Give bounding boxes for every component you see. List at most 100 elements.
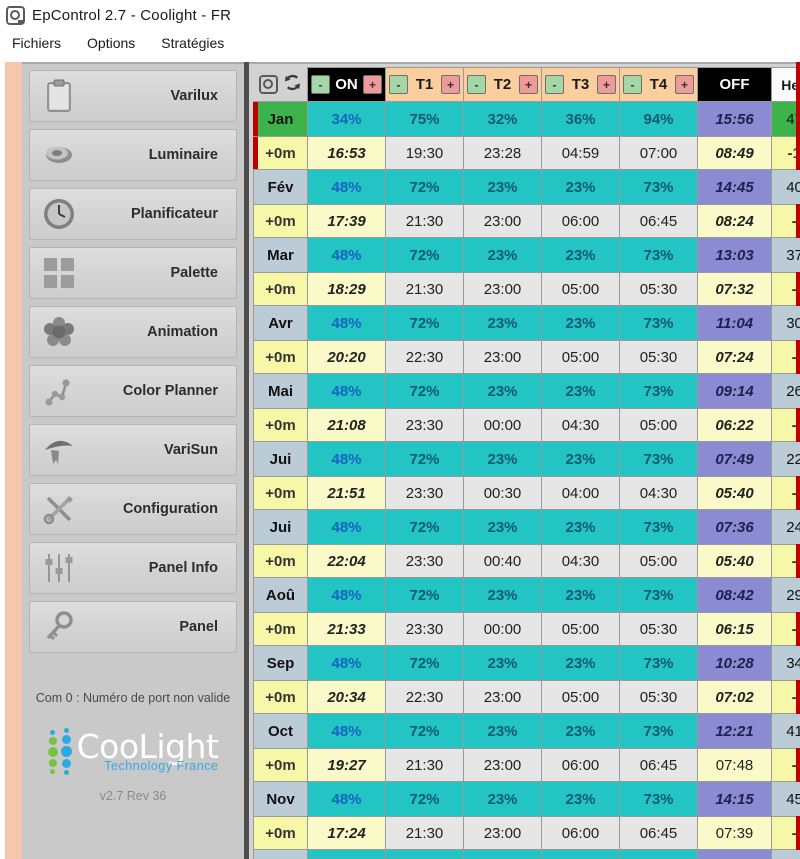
percent-cell[interactable]: 48% (307, 305, 386, 341)
time-cell[interactable]: 17:24 (307, 816, 386, 850)
table-row[interactable]: +0m16:5319:3023:2804:5907:0008:49-10m (253, 62, 800, 859)
table-row[interactable]: Sep48%72%23%23%73%10:28341 h (253, 645, 800, 681)
month-cell[interactable]: Avr (253, 305, 308, 341)
offset-cell[interactable]: +0m (253, 136, 308, 170)
time-cell[interactable]: 05:30 (619, 680, 698, 714)
percent-cell[interactable]: 72% (385, 441, 464, 477)
sidebar-item-configuration[interactable]: Configuration (29, 483, 237, 535)
percent-cell[interactable]: 48% (307, 509, 386, 545)
offset-cell[interactable]: +0m (253, 816, 308, 850)
offset-cell[interactable]: +0m (253, 408, 308, 442)
percent-cell[interactable]: 72% (385, 713, 464, 749)
table-row[interactable]: +0m19:2721:3023:0006:0006:4507:48-0m (253, 748, 800, 782)
t3-decrement-button[interactable]: - (545, 75, 564, 94)
time-cell[interactable]: 06:00 (541, 816, 620, 850)
time-cell[interactable]: 23:00 (463, 816, 542, 850)
time-cell[interactable]: 04:30 (541, 544, 620, 578)
offset-cell[interactable]: +0m (253, 680, 308, 714)
offset-cell[interactable]: +0m (253, 476, 308, 510)
month-cell[interactable]: Jan (253, 101, 308, 137)
t4-increment-button[interactable]: + (675, 75, 694, 94)
percent-cell[interactable]: 23% (541, 577, 620, 613)
percent-cell[interactable]: 73% (619, 373, 698, 409)
table-row[interactable]: +0m20:3422:3023:0005:0005:3007:02-0m (253, 680, 800, 714)
percent-cell[interactable]: 73% (619, 441, 698, 477)
table-row[interactable]: Jui48%72%23%23%73%07:36249 h (253, 509, 800, 545)
sunrise-cell[interactable]: 07:39 (697, 816, 772, 850)
sunrise-cell[interactable]: 07:02 (697, 680, 772, 714)
hours-cell[interactable]: 228 h (771, 441, 800, 477)
offset-cell[interactable]: +0m (253, 204, 308, 238)
delta-cell[interactable]: -10m (771, 62, 800, 859)
menu-item-strategies[interactable]: Stratégies (161, 35, 224, 51)
month-cell[interactable]: Aoû (253, 577, 308, 613)
time-cell[interactable]: 05:00 (541, 272, 620, 306)
percent-cell[interactable]: 72% (385, 169, 464, 205)
time-cell[interactable]: 22:04 (307, 544, 386, 578)
offset-cell[interactable]: +0m (253, 340, 308, 374)
menu-item-fichiers[interactable]: Fichiers (12, 35, 61, 51)
hours-cell[interactable]: 341 h (771, 645, 800, 681)
percent-cell[interactable]: 73% (619, 305, 698, 341)
offset-cell[interactable]: +0m (253, 544, 308, 578)
time-cell[interactable]: 05:00 (541, 612, 620, 646)
percent-cell[interactable]: 23% (463, 373, 542, 409)
sidebar-item-animation[interactable]: Animation (29, 306, 237, 358)
time-cell[interactable]: 05:30 (619, 612, 698, 646)
sidebar-item-panel-info[interactable]: Panel Info (29, 542, 237, 594)
time-cell[interactable]: 23:00 (463, 272, 542, 306)
time-cell[interactable]: 06:00 (541, 204, 620, 238)
time-cell[interactable]: 23:30 (385, 408, 464, 442)
percent-cell[interactable]: 23% (463, 781, 542, 817)
percent-cell[interactable]: 72% (385, 305, 464, 341)
sunrise-cell[interactable]: 06:15 (697, 612, 772, 646)
time-cell[interactable]: 05:30 (619, 340, 698, 374)
time-cell[interactable]: 04:59 (541, 136, 620, 170)
offset-cell[interactable]: +0m (253, 272, 308, 306)
table-row[interactable]: Jui48%72%23%23%73%07:49228 h (253, 441, 800, 477)
sunset-duration-cell[interactable]: 08:42 (697, 577, 772, 613)
t1-increment-button[interactable]: + (441, 75, 460, 94)
table-row[interactable]: Aoû48%72%23%23%73%08:42295 h (253, 577, 800, 613)
percent-cell[interactable]: 48% (307, 645, 386, 681)
hours-cell[interactable]: 249 h (771, 509, 800, 545)
time-cell[interactable]: 23:00 (463, 680, 542, 714)
time-cell[interactable]: 20:20 (307, 340, 386, 374)
hours-cell[interactable]: 412 h (771, 713, 800, 749)
percent-cell[interactable]: 72% (385, 373, 464, 409)
table-row[interactable]: Avr48%72%23%23%73%11:04304 h (253, 305, 800, 341)
percent-cell[interactable]: 73% (619, 849, 698, 859)
hours-cell[interactable]: 450 h (771, 781, 800, 817)
time-cell[interactable]: 20:34 (307, 680, 386, 714)
percent-cell[interactable]: 23% (541, 305, 620, 341)
time-cell[interactable]: 00:00 (463, 612, 542, 646)
percent-cell[interactable]: 34% (307, 101, 386, 137)
app-logo-icon[interactable] (258, 74, 278, 94)
time-cell[interactable]: 06:45 (619, 748, 698, 782)
time-cell[interactable]: 00:40 (463, 544, 542, 578)
time-cell[interactable]: 21:33 (307, 612, 386, 646)
time-cell[interactable]: 22:30 (385, 680, 464, 714)
table-row[interactable]: Fév48%72%23%23%73%14:45403 h (253, 169, 800, 205)
sidebar-item-color-planner[interactable]: Color Planner (29, 365, 237, 417)
time-cell[interactable]: 06:00 (541, 748, 620, 782)
table-row[interactable]: +0m22:0423:3000:4004:3005:0005:40-0m (253, 544, 800, 578)
percent-cell[interactable]: 32% (463, 101, 542, 137)
percent-cell[interactable]: 23% (463, 441, 542, 477)
sunset-duration-cell[interactable]: 09:14 (697, 373, 772, 409)
t2-increment-button[interactable]: + (519, 75, 538, 94)
time-cell[interactable]: 16:53 (307, 136, 386, 170)
sunrise-cell[interactable]: 08:24 (697, 204, 772, 238)
hours-cell[interactable]: 263 h (771, 373, 800, 409)
percent-cell[interactable]: 23% (541, 237, 620, 273)
percent-cell[interactable]: 23% (541, 509, 620, 545)
table-row[interactable]: Déc48%72%23%23%73%15:41494 h (253, 849, 800, 859)
percent-cell[interactable]: 23% (541, 781, 620, 817)
percent-cell[interactable]: 23% (541, 713, 620, 749)
percent-cell[interactable]: 72% (385, 509, 464, 545)
time-cell[interactable]: 06:45 (619, 204, 698, 238)
time-cell[interactable]: 05:00 (619, 408, 698, 442)
time-cell[interactable]: 23:30 (385, 612, 464, 646)
percent-cell[interactable]: 72% (385, 577, 464, 613)
offset-cell[interactable]: +0m (253, 748, 308, 782)
